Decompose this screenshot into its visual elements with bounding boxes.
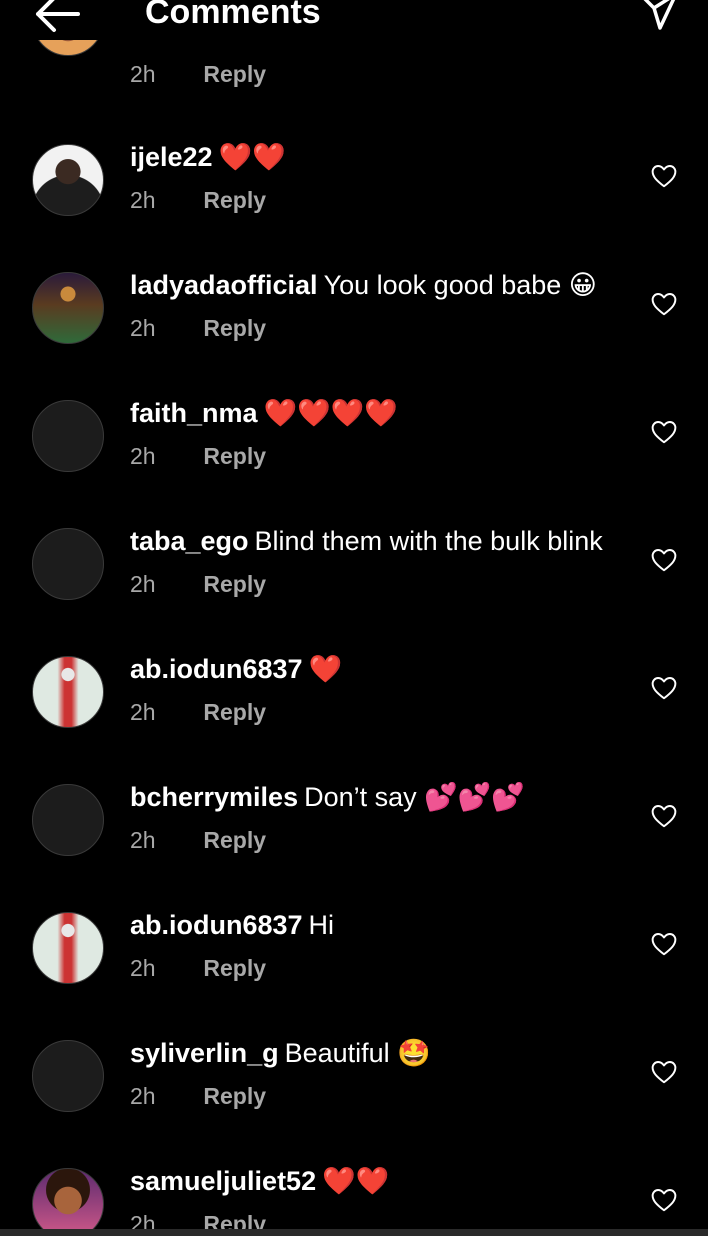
comment-text-line: ladyadaofficial You look good babe 😀 (130, 268, 597, 302)
heart-icon[interactable] (651, 676, 677, 700)
comment-meta: 2h Reply (130, 186, 266, 214)
comment-time: 2h (130, 1083, 156, 1109)
comment-item: ijele22 ❤️❤️ 2h Reply (0, 140, 708, 268)
bottom-edge (0, 1229, 708, 1236)
comment-text-line: samueljuliet52 ❤️❤️ (130, 1164, 389, 1198)
comment-time: 2h (130, 61, 156, 87)
comment-text-line: ab.iodun6837 ❤️ (130, 652, 342, 686)
comment-item: ab.iodun6837 Hi 2h Reply (0, 908, 708, 1036)
comment-time: 2h (130, 827, 156, 853)
comment-text-line: ab.iodun6837 Hi (130, 908, 334, 942)
comment-body: You look good babe 😀 (323, 270, 597, 300)
heart-icon[interactable] (651, 1060, 677, 1084)
comment-meta: 2h Reply (130, 314, 266, 342)
comment-meta: 2h Reply (130, 954, 266, 982)
comment-meta: 2h Reply (130, 60, 266, 88)
comment-username[interactable]: faith_nma (130, 398, 258, 428)
comment-text-line: bcherrymiles Don’t say 💕💕💕 (130, 780, 525, 814)
comments-screen: 2h Reply ijele22 ❤️❤️ 2h Reply ladyadaoff… (0, 0, 708, 1236)
comment-item: bcherrymiles Don’t say 💕💕💕 2h Reply (0, 780, 708, 908)
heart-icon[interactable] (651, 804, 677, 828)
comment-time: 2h (130, 443, 156, 469)
comment-item: samueljuliet52 ❤️❤️ 2h Reply (0, 1164, 708, 1236)
comment-time: 2h (130, 187, 156, 213)
avatar-placeholder[interactable] (32, 528, 104, 600)
avatar[interactable] (32, 272, 104, 344)
reply-button[interactable]: Reply (203, 571, 266, 597)
comment-body: ❤️ (308, 654, 343, 684)
comment-meta: 2h Reply (130, 826, 266, 854)
comment-item: taba_ego Blind them with the bulk blink 2… (0, 524, 708, 652)
reply-button[interactable]: Reply (203, 827, 266, 853)
comments-list[interactable]: 2h Reply ijele22 ❤️❤️ 2h Reply ladyadaoff… (0, 0, 708, 1236)
comment-text-line: syliverlin_g Beautiful 🤩 (130, 1036, 431, 1070)
comment-time: 2h (130, 955, 156, 981)
heart-icon[interactable] (651, 420, 677, 444)
reply-button[interactable]: Reply (203, 1083, 266, 1109)
avatar[interactable] (32, 912, 104, 984)
heart-icon[interactable] (651, 292, 677, 316)
avatar-placeholder[interactable] (32, 784, 104, 856)
comment-body: Beautiful 🤩 (284, 1038, 431, 1068)
comment-body: ❤️❤️ (322, 1166, 390, 1196)
comment-item: syliverlin_g Beautiful 🤩 2h Reply (0, 1036, 708, 1164)
comment-meta: 2h Reply (130, 698, 266, 726)
comment-item: faith_nma ❤️❤️❤️❤️ 2h Reply (0, 396, 708, 524)
comment-item: ab.iodun6837 ❤️ 2h Reply (0, 652, 708, 780)
comment-time: 2h (130, 315, 156, 341)
reply-button[interactable]: Reply (203, 315, 266, 341)
avatar-placeholder[interactable] (32, 400, 104, 472)
comment-text-line: faith_nma ❤️❤️❤️❤️ (130, 396, 398, 430)
reply-button[interactable]: Reply (203, 699, 266, 725)
comment-username[interactable]: ab.iodun6837 (130, 654, 303, 684)
reply-button[interactable]: Reply (203, 61, 266, 87)
avatar[interactable] (32, 1168, 104, 1236)
comment-body: ❤️❤️ (218, 142, 286, 172)
heart-icon[interactable] (651, 164, 677, 188)
header-bar: Comments (0, 0, 708, 40)
comment-username[interactable]: ijele22 (130, 142, 213, 172)
comment-username[interactable]: samueljuliet52 (130, 1166, 316, 1196)
comment-meta: 2h Reply (130, 442, 266, 470)
reply-button[interactable]: Reply (203, 443, 266, 469)
heart-icon[interactable] (651, 932, 677, 956)
comment-username[interactable]: ab.iodun6837 (130, 910, 303, 940)
paper-plane-icon[interactable] (636, 0, 680, 34)
heart-icon[interactable] (651, 548, 677, 572)
comment-text-line: ijele22 ❤️❤️ (130, 140, 286, 174)
comment-username[interactable]: ladyadaofficial (130, 270, 318, 300)
avatar[interactable] (32, 656, 104, 728)
comment-body: Blind them with the bulk blink (254, 526, 603, 556)
comment-time: 2h (130, 571, 156, 597)
page-title: Comments (145, 0, 321, 31)
comment-username[interactable]: taba_ego (130, 526, 249, 556)
comment-meta: 2h Reply (130, 570, 266, 598)
comment-username[interactable]: bcherrymiles (130, 782, 298, 812)
comment-body: Don’t say 💕💕💕 (304, 782, 525, 812)
comment-body: ❤️❤️❤️❤️ (263, 398, 399, 428)
arrow-left-icon[interactable] (30, 0, 82, 36)
comment-time: 2h (130, 699, 156, 725)
comment-text-line: taba_ego Blind them with the bulk blink (130, 524, 603, 558)
heart-icon[interactable] (651, 1188, 677, 1212)
comment-meta: 2h Reply (130, 1082, 266, 1110)
avatar[interactable] (32, 144, 104, 216)
comment-item: ladyadaofficial You look good babe 😀 2h R… (0, 268, 708, 396)
comment-username[interactable]: syliverlin_g (130, 1038, 279, 1068)
reply-button[interactable]: Reply (203, 955, 266, 981)
comment-body: Hi (308, 910, 335, 940)
reply-button[interactable]: Reply (203, 187, 266, 213)
avatar-placeholder[interactable] (32, 1040, 104, 1112)
